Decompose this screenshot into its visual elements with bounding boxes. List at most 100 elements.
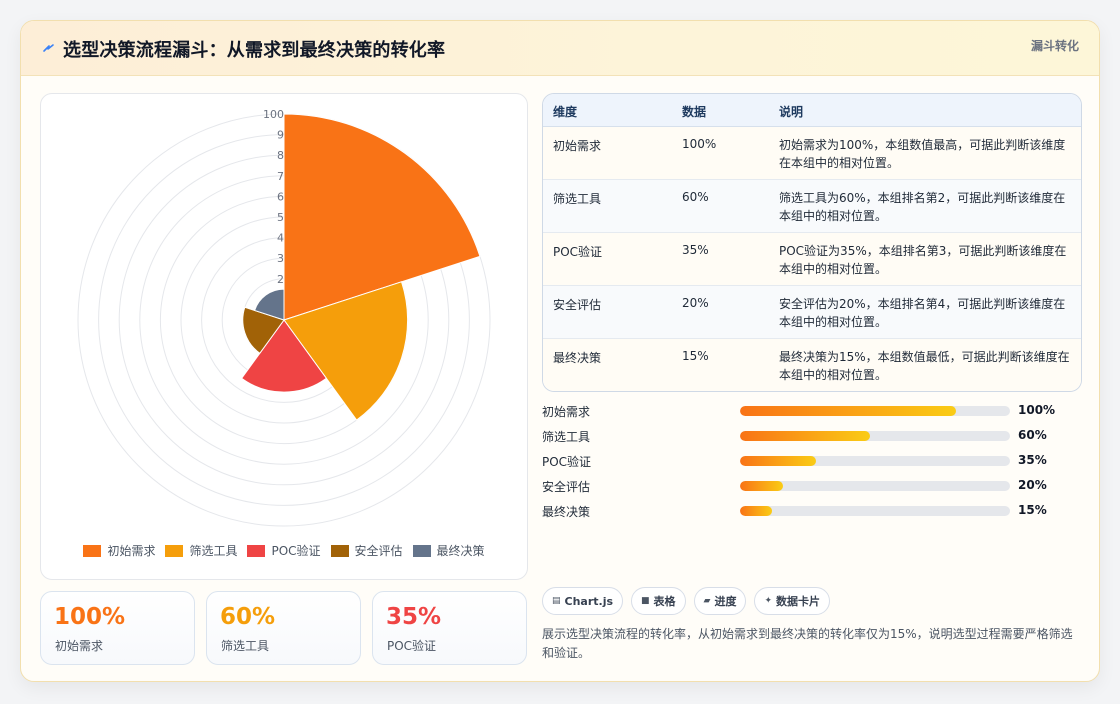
legend-swatch [330, 544, 349, 557]
cell-dimension: 初始需求 [553, 139, 602, 153]
cell-note: 初始需求为100%，本组数值最高，可据此判断该维度在本组中的相对位置。 [779, 138, 1066, 170]
cell-dimension: POC验证 [553, 245, 603, 259]
radial-tick-label: 5 [277, 211, 284, 224]
legend-label: 安全评估 [354, 544, 403, 558]
table-row: POC验证 35% POC验证为35%，本组排名第3，可据此判断该维度在本组中的相对… [543, 233, 1081, 286]
progress-track [740, 431, 1010, 441]
chart-legend: 初始需求 筛选工具 POC验证 安全评估 最终决策 [41, 542, 527, 559]
stat-value: 100% [54, 604, 126, 630]
progress-value: 35% [1018, 453, 1047, 467]
header-tag: 漏斗转化 [1030, 39, 1079, 53]
legend-label: 筛选工具 [189, 544, 238, 558]
chip-label: Chart.js [564, 594, 614, 608]
progress-row: 初始需求 100% [542, 401, 1082, 421]
page-title: 选型决策流程漏斗：从需求到最终决策的转化率 [63, 40, 446, 61]
card-header: 选型决策流程漏斗：从需求到最终决策的转化率 漏斗转化 [21, 21, 1099, 76]
progress-fill [740, 506, 773, 516]
cell-note: 安全评估为20%，本组排名第4，可据此判断该维度在本组中的相对位置。 [779, 297, 1066, 329]
legend-swatch [247, 544, 266, 557]
progress-label: 筛选工具 [542, 430, 591, 444]
chip-label: 表格 [653, 595, 676, 608]
table-icon: ■ [641, 596, 650, 606]
cell-note: 最终决策为15%，本组数值最低，可据此判断该维度在本组中的相对位置。 [779, 350, 1070, 382]
cell-dimension: 最终决策 [553, 351, 602, 365]
progress-label: 最终决策 [542, 505, 591, 519]
legend-item[interactable]: 最终决策 [412, 542, 485, 559]
stat-label: POC验证 [387, 639, 437, 653]
cell-value: 60% [682, 190, 709, 204]
radial-tick-label: 6 [277, 190, 284, 203]
radial-tick-label: 4 [277, 232, 284, 245]
table-row: 筛选工具 60% 筛选工具为60%，本组排名第2，可据此判断该维度在本组中的相对位置… [543, 180, 1081, 233]
progress-label: 安全评估 [542, 480, 591, 494]
progress-icon: ▰ [703, 596, 711, 606]
legend-label: POC验证 [271, 544, 321, 558]
stat-label: 初始需求 [55, 639, 104, 653]
progress-track [740, 506, 1010, 516]
cell-value: 100% [682, 137, 717, 151]
radial-tick-label: 8 [277, 149, 284, 162]
progress-fill [740, 481, 784, 491]
chip-table[interactable]: ■ 表格 [631, 587, 686, 615]
data-table: 维度 数据 说明 初始需求 100% 初始需求为100%，本组数值最高，可据此判断该… [542, 93, 1082, 392]
chip-progress[interactable]: ▰ 进度 [693, 587, 747, 615]
progress-row: 最终决策 15% [542, 501, 1082, 521]
progress-fill [740, 456, 816, 466]
stat-card: 100% 初始需求 [40, 591, 195, 665]
cell-dimension: 筛选工具 [553, 192, 602, 206]
stat-card: 60% 筛选工具 [206, 591, 361, 665]
radial-tick-label: 7 [277, 170, 284, 183]
progress-track [740, 481, 1010, 491]
lightning-bolt-icon [43, 44, 54, 52]
stat-value: 60% [220, 604, 276, 630]
cell-value: 15% [682, 349, 709, 363]
progress-row: 筛选工具 60% [542, 426, 1082, 446]
progress-row: 安全评估 20% [542, 476, 1082, 496]
cell-value: 35% [682, 243, 709, 257]
cell-note: 筛选工具为60%，本组排名第2，可据此判断该维度在本组中的相对位置。 [779, 191, 1066, 223]
radial-tick-label: 2 [277, 273, 284, 286]
table-header-dimension: 维度 [553, 105, 578, 119]
progress-fill [740, 406, 956, 416]
legend-item[interactable]: 初始需求 [83, 542, 155, 559]
chart-icon: ▤ [552, 596, 561, 606]
dashboard-card: 选型决策流程漏斗：从需求到最终决策的转化率 漏斗转化 2 3 4 5 6 7 8 9 100 初… [20, 20, 1100, 682]
stat-value: 35% [386, 604, 442, 630]
progress-value: 20% [1018, 478, 1047, 492]
progress-track [740, 406, 1010, 416]
chip-sparkle[interactable]: ✦ 数据卡片 [754, 587, 831, 615]
legend-swatch [412, 544, 431, 557]
stat-card: 35% POC验证 [372, 591, 527, 665]
progress-track [740, 456, 1010, 466]
progress-value: 15% [1018, 503, 1047, 517]
legend-swatch [165, 544, 184, 557]
table-row: 安全评估 20% 安全评估为20%，本组排名第4，可据此判断该维度在本组中的相对位置… [543, 286, 1081, 339]
table-header-value: 数据 [682, 105, 707, 119]
radial-tick-label: 100 [263, 108, 284, 121]
progress-value: 60% [1018, 428, 1047, 442]
stat-label: 筛选工具 [221, 639, 270, 653]
chip-label: 进度 [714, 595, 737, 608]
legend-item[interactable]: 筛选工具 [165, 542, 237, 559]
feature-chips: ▤ Chart.js ■ 表格 ▰ 进度 ✦ 数据卡片 [542, 587, 831, 615]
legend-label: 初始需求 [107, 544, 156, 558]
cell-value: 20% [682, 296, 709, 310]
table-header-row: 维度 数据 说明 [543, 94, 1081, 127]
legend-item[interactable]: 安全评估 [330, 542, 403, 559]
legend-item[interactable]: POC验证 [247, 542, 321, 559]
progress-label: 初始需求 [542, 405, 591, 419]
polar-chart-svg: 2 3 4 5 6 7 8 9 100 [77, 108, 491, 527]
chip-chart[interactable]: ▤ Chart.js [542, 587, 624, 615]
progress-row: POC验证 35% [542, 451, 1082, 471]
cell-dimension: 安全评估 [553, 298, 602, 312]
polar-area-chart: 2 3 4 5 6 7 8 9 100 初始需求 筛选工具 POC验证 安全评估 最终决策 [40, 93, 528, 580]
sparkle-icon: ✦ [764, 596, 773, 606]
progress-label: POC验证 [542, 455, 592, 469]
radial-tick-label: 9 [277, 129, 284, 142]
radial-tick-label: 3 [277, 252, 284, 265]
cell-note: POC验证为35%，本组排名第3，可据此判断该维度在本组中的相对位置。 [779, 244, 1067, 276]
table-header-note: 说明 [779, 105, 804, 119]
progress-value: 100% [1018, 403, 1056, 417]
legend-swatch [83, 544, 102, 557]
chip-label: 数据卡片 [776, 595, 821, 608]
